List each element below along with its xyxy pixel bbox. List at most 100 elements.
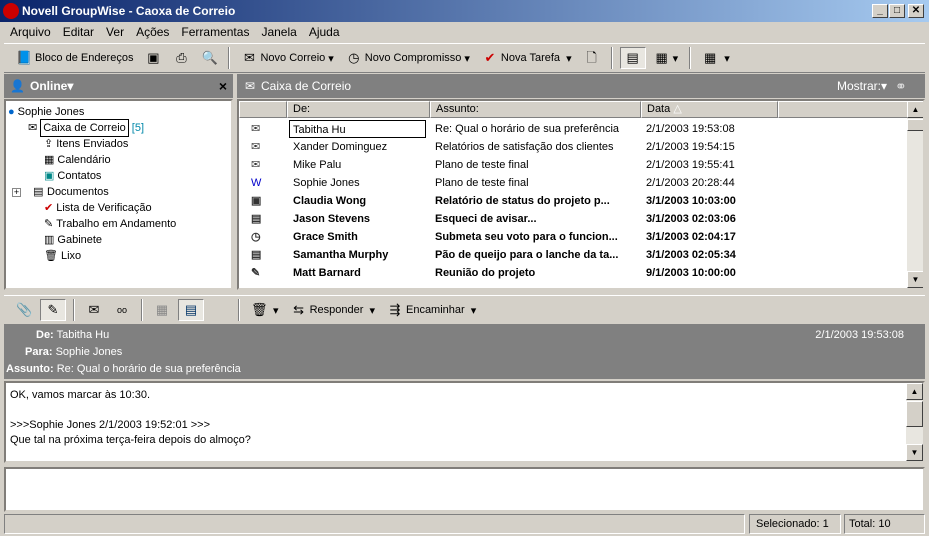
message-date: 2/1/2003 19:53:08 — [646, 123, 735, 135]
new-appointment-button[interactable]: ◷ Novo Compromisso ▾ — [342, 48, 474, 68]
message-date: 3/1/2003 02:05:34 — [646, 249, 736, 261]
message-subject: Relatório de status do projeto p... — [435, 195, 610, 207]
forward-button[interactable]: ⇶ Encaminhar ▾ — [383, 300, 480, 320]
maximize-button[interactable]: □ — [889, 4, 905, 18]
mailbox-icon: ✉ — [245, 79, 256, 93]
tree-item-cabinet[interactable]: ▥ Gabinete — [8, 232, 231, 248]
message-row[interactable]: ✉ Tabitha Hu Re: Qual o horário de sua pre… — [239, 120, 909, 138]
main-toolbar: 📘 Bloco de Endereços ▣ ⎙ 🔍 ✉ Novo Correio … — [4, 43, 925, 73]
nav-bar-toggle[interactable]: ▤ — [619, 47, 646, 69]
print-button[interactable]: ⎙ — [169, 48, 193, 68]
message-row[interactable]: ▤ Jason Stevens Esqueci de avisar... 3/1/20… — [239, 210, 909, 228]
separator — [238, 299, 240, 321]
attach-button[interactable]: 📎 — [12, 300, 36, 320]
calendar-view-button[interactable]: ▦ ▾ — [698, 48, 734, 68]
separator — [689, 47, 692, 69]
id-card-button[interactable]: ▣ — [141, 48, 165, 68]
scroll-up-button[interactable]: ▲ — [906, 383, 923, 400]
scroll-thumb[interactable] — [906, 401, 923, 427]
new-mail-button[interactable]: ✉ Novo Correio ▾ — [237, 48, 337, 68]
separator — [141, 299, 143, 321]
tree-item-calendar[interactable]: ▦ Calendário — [8, 152, 231, 168]
tree-item-trash[interactable]: 🗑 Lixo — [8, 248, 231, 264]
view-mode-1-button[interactable]: ▦ — [150, 300, 174, 320]
find-button[interactable]: 🔍 — [197, 48, 221, 68]
view-text-icon: ▤ — [184, 302, 198, 317]
mailbox-label: Caixa de Correio — [40, 119, 129, 137]
printer-icon: ⎙ — [176, 50, 187, 65]
scroll-up-button[interactable]: ▲ — [907, 101, 923, 118]
attachments-view-button[interactable]: ✎ — [40, 299, 66, 321]
calendar-label: Calendário — [57, 154, 111, 166]
tree-item-contacts[interactable]: ▣ Contatos — [8, 168, 231, 184]
sent-label: Itens Enviados — [56, 138, 129, 150]
date-header-label: Data — [647, 103, 671, 115]
column-subject[interactable]: Assunto: — [430, 101, 641, 118]
tree-root-user[interactable]: ● Sophie Jones — [8, 104, 231, 120]
scroll-down-button[interactable]: ▼ — [906, 444, 923, 461]
open-message-button[interactable]: ✉ — [82, 300, 106, 320]
message-row[interactable]: ◷ Grace Smith Submeta seu voto para o func… — [239, 228, 909, 246]
folder-tree: ● Sophie Jones ✉ Caixa de Correio [5] ⇪ Iten… — [4, 99, 233, 290]
column-date[interactable]: Data △ — [641, 101, 778, 118]
message-row[interactable]: ▤ Samantha Murphy Pão de queijo para o lan… — [239, 246, 909, 264]
message-row[interactable]: ✉ Xander Dominguez Relatórios de satisfaçã… — [239, 138, 909, 156]
list-scrollbar[interactable]: ▲ ▼ — [907, 101, 923, 288]
new-appointment-label: Novo Compromisso — [364, 52, 462, 64]
wip-label: Trabalho em Andamento — [56, 218, 177, 230]
search-icon: 🔍 — [201, 50, 218, 65]
checklist-label: Lista de Verificação — [56, 202, 152, 214]
menu-ver[interactable]: Ver — [100, 22, 130, 42]
find-results-icon[interactable]: ⚭ — [895, 74, 907, 98]
tree-item-checklist[interactable]: ✔ Lista de Verificação — [8, 200, 231, 216]
body-scrollbar[interactable]: ▲ ▼ — [906, 383, 923, 461]
menu-acoes[interactable]: Ações — [130, 22, 175, 42]
message-row[interactable]: W Sophie Jones Plano de teste final 2/1/200… — [239, 174, 909, 192]
menu-ajuda[interactable]: Ajuda — [303, 22, 346, 42]
view-mode-2-button[interactable]: ▤ — [178, 299, 204, 321]
body-line — [10, 448, 919, 461]
minimize-button[interactable]: _ — [872, 4, 888, 18]
reply-label: Responder — [309, 304, 364, 316]
id-card-icon: ▣ — [147, 50, 160, 65]
menu-janela[interactable]: Janela — [255, 22, 302, 42]
message-from: Samantha Murphy — [293, 249, 389, 261]
message-row[interactable]: ▣ Claudia Wong Relatório de status do proj… — [239, 192, 909, 210]
menu-editar[interactable]: Editar — [57, 22, 100, 42]
reply-button[interactable]: ⇆ Responder ▾ — [287, 300, 379, 320]
attachment-list-icon: ✎ — [47, 302, 59, 317]
scroll-thumb[interactable] — [907, 119, 923, 131]
message-row[interactable]: ✎ Matt Barnard Reunião do projeto 9/1/2003 … — [239, 264, 909, 282]
documents-label: Documentos — [47, 186, 109, 198]
menu-arquivo[interactable]: Arquivo — [4, 22, 57, 42]
tree-item-documents[interactable]: + ▤ Documentos — [8, 184, 231, 200]
show-filter-button[interactable]: Mostrar:▾ — [837, 74, 887, 98]
close-panel-button[interactable]: × — [219, 74, 227, 98]
message-type-icon: W — [251, 177, 262, 189]
message-from: Claudia Wong — [293, 195, 367, 207]
reply-icon: ⇆ — [293, 302, 305, 317]
tree-item-mailbox[interactable]: ✉ Caixa de Correio [5] — [8, 119, 231, 137]
view-source-button[interactable]: oo — [110, 300, 134, 320]
scroll-down-button[interactable]: ▼ — [907, 271, 923, 288]
view-layout-button[interactable]: ▦ ▾ — [650, 48, 683, 68]
new-task-button[interactable]: ✔ Nova Tarefa ▾ — [478, 48, 576, 68]
forward-icon: ⇶ — [389, 302, 401, 317]
column-from[interactable]: De: — [287, 101, 430, 118]
close-button[interactable]: ✕ — [908, 4, 924, 18]
tree-item-work-in-progress[interactable]: ✎ Trabalho em Andamento — [8, 216, 231, 232]
quick-reply-area[interactable] — [4, 467, 925, 512]
separator — [228, 47, 231, 69]
expand-icon[interactable]: + — [12, 187, 21, 197]
new-document-button[interactable]: 🗋 — [580, 48, 604, 68]
menu-ferramentas[interactable]: Ferramentas — [175, 22, 255, 42]
tree-item-sent[interactable]: ⇪ Itens Enviados — [8, 136, 231, 152]
message-date: 3/1/2003 10:03:00 — [646, 195, 736, 207]
delete-button[interactable]: 🗑 ▾ — [247, 300, 283, 320]
message-row[interactable]: ✉ Mike Palu Plano de teste final 2/1/2003 1… — [239, 156, 909, 174]
address-book-button[interactable]: 📘 Bloco de Endereços — [12, 48, 137, 68]
column-icon[interactable] — [239, 101, 287, 118]
online-mode-header[interactable]: 👤 Online▾ × — [4, 74, 233, 98]
message-subject: Reunião do projeto — [435, 267, 536, 279]
message-subject: Submeta seu voto para o funcion... — [435, 231, 618, 243]
